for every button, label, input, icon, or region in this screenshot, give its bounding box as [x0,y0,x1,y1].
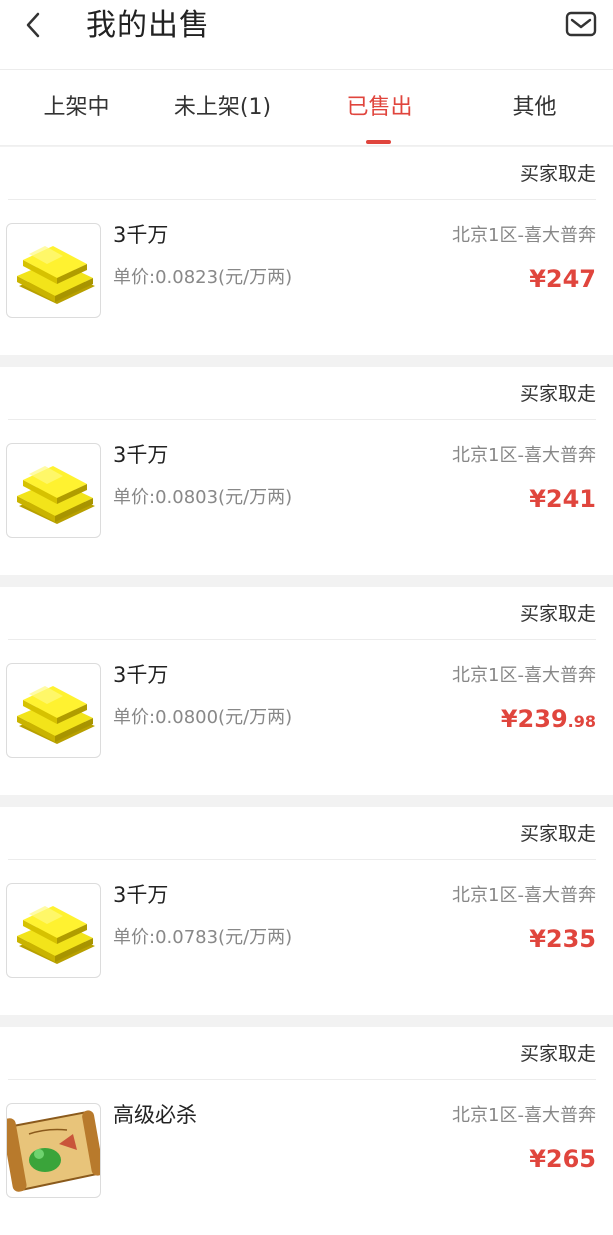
sale-price: ¥239.98 [501,703,596,738]
server-name: 北京1区-喜大普奔 [452,445,596,466]
price-main: ¥265 [529,1145,596,1173]
order-status: 买家取走 [519,603,596,625]
item-name: 3千万 [113,883,169,907]
order-card[interactable]: 买家取走 高级必杀 北京1区-喜大普奔 ¥265 [0,1027,613,1235]
divider [8,199,596,200]
price-main: ¥241 [529,485,596,513]
server-name: 北京1区-喜大普奔 [452,665,596,686]
price-main: ¥239 [500,705,568,733]
price-main: ¥247 [529,265,596,293]
order-card[interactable]: 买家取走 3千万 单价:0.0803(元/万两) 北京1区-喜大普奔 ¥241 [0,367,613,575]
tab-other[interactable]: 其他 [458,70,611,146]
item-name: 3千万 [113,443,169,467]
unit-price: 单价:0.0823(元/万两) [113,267,293,288]
gold-bars-icon [6,883,101,978]
gold-bars-icon [6,443,101,538]
gold-bars-icon [6,663,101,758]
item-name: 高级必杀 [113,1103,197,1127]
tab-bar: 上架中 未上架(1) 已售出 其他 [0,70,613,146]
price-main: ¥235 [529,925,596,953]
divider [8,1079,596,1080]
sale-price: ¥235 [529,923,596,958]
unit-price: 单价:0.0800(元/万两) [113,707,293,728]
item-name: 3千万 [113,223,169,247]
order-status: 买家取走 [519,163,596,185]
mail-icon[interactable] [565,10,597,38]
order-card[interactable]: 买家取走 3千万 单价:0.0800(元/万两) 北京1区-喜大普奔 ¥239.… [0,587,613,795]
tab-on-shelf[interactable]: 上架中 [0,70,153,146]
order-card[interactable]: 买家取走 3千万 单价:0.0823(元/万两) 北京1区-喜大普奔 ¥247 [0,147,613,355]
tab-not-listed[interactable]: 未上架(1) [146,70,299,146]
order-status: 买家取走 [519,823,596,845]
active-tab-indicator [366,140,391,144]
unit-price: 单价:0.0803(元/万两) [113,487,293,508]
divider [8,859,596,860]
gold-bars-icon [6,223,101,318]
page-title: 我的出售 [86,8,210,43]
server-name: 北京1区-喜大普奔 [452,225,596,246]
skill-scroll-icon [6,1103,101,1198]
unit-price: 单价:0.0783(元/万两) [113,927,293,948]
order-status: 买家取走 [519,383,596,405]
header: 我的出售 [0,0,613,70]
divider [8,639,596,640]
chevron-left-icon[interactable] [20,10,50,40]
server-name: 北京1区-喜大普奔 [452,885,596,906]
order-card[interactable]: 买家取走 3千万 单价:0.0783(元/万两) 北京1区-喜大普奔 ¥235 [0,807,613,1015]
server-name: 北京1区-喜大普奔 [452,1105,596,1126]
item-name: 3千万 [113,663,169,687]
divider [8,419,596,420]
sale-price: ¥265 [529,1143,596,1178]
sale-price: ¥247 [529,263,596,298]
order-status: 买家取走 [519,1043,596,1065]
sale-price: ¥241 [529,483,596,518]
price-cents: .98 [567,712,596,731]
tab-sold[interactable]: 已售出 [303,70,456,146]
